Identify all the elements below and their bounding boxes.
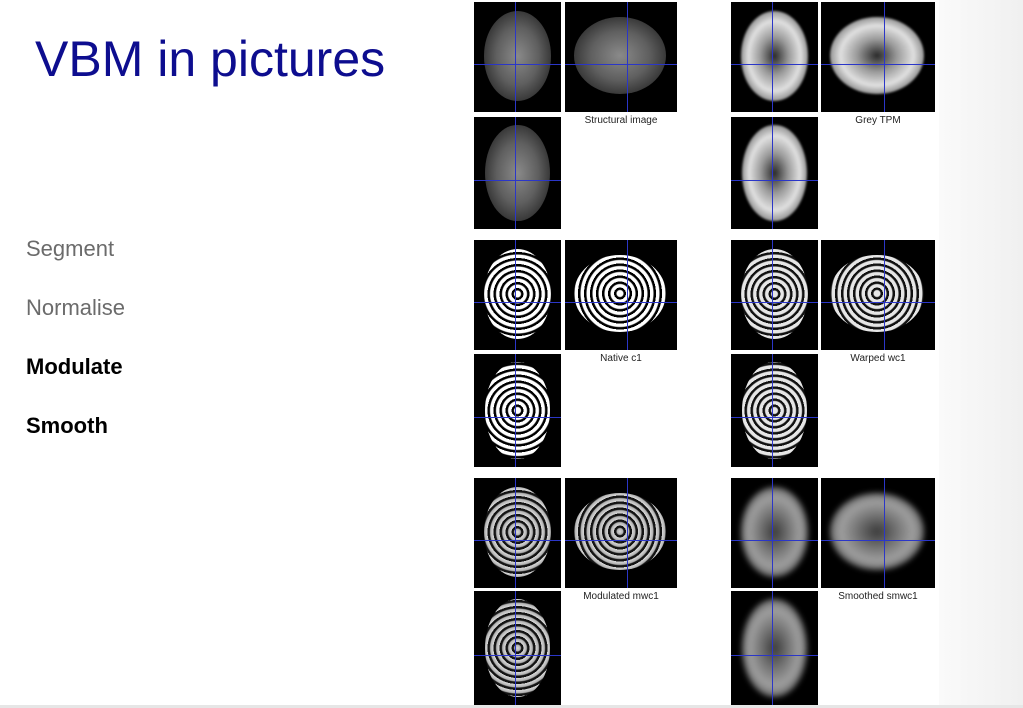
- crosshair-horizontal: [474, 417, 561, 418]
- crosshair-horizontal: [474, 540, 561, 541]
- step-segment: Segment: [26, 236, 115, 261]
- panel-caption: Warped wc1: [850, 353, 906, 364]
- crosshair-horizontal: [821, 302, 935, 303]
- crosshair-vertical: [772, 478, 773, 588]
- brain-slice: [483, 248, 552, 339]
- crosshair-horizontal: [821, 64, 935, 65]
- brain-sagittal-image: [565, 478, 677, 588]
- brain-axial-image: [474, 591, 561, 705]
- step-list: Segment Normalise Modulate Smooth: [26, 236, 125, 472]
- panel-caption: Structural image: [584, 115, 658, 126]
- brain-slice: [483, 10, 552, 101]
- brain-slice: [485, 124, 550, 222]
- step-modulate: Modulate: [26, 354, 123, 379]
- crosshair-horizontal: [731, 64, 818, 65]
- brain-coronal-image: [474, 240, 561, 350]
- brain-slice: [742, 361, 807, 460]
- brain-slice: [573, 255, 666, 333]
- crosshair-horizontal: [474, 302, 561, 303]
- brain-slice: [740, 248, 809, 339]
- crosshair-vertical: [515, 117, 516, 229]
- brain-slice: [742, 598, 807, 697]
- crosshair-vertical: [627, 2, 628, 112]
- brain-sagittal-image: [821, 240, 935, 350]
- crosshair-vertical: [515, 354, 516, 467]
- panel-caption: Modulated mwc1: [583, 591, 659, 602]
- brain-slice: [830, 493, 924, 571]
- crosshair-horizontal: [474, 64, 561, 65]
- brain-slice: [830, 17, 924, 95]
- crosshair-vertical: [772, 117, 773, 229]
- brain-slice: [742, 124, 807, 222]
- crosshair-horizontal: [821, 540, 935, 541]
- brain-slice: [485, 361, 550, 460]
- step-smooth: Smooth: [26, 413, 108, 438]
- brain-axial-image: [731, 354, 818, 467]
- crosshair-horizontal: [474, 180, 561, 181]
- brain-axial-image: [474, 117, 561, 229]
- crosshair-vertical: [627, 478, 628, 588]
- crosshair-horizontal: [731, 655, 818, 656]
- crosshair-vertical: [772, 354, 773, 467]
- panel-caption: Smoothed smwc1: [838, 591, 918, 602]
- crosshair-vertical: [772, 591, 773, 705]
- crosshair-horizontal: [474, 655, 561, 656]
- panel-caption: Native c1: [600, 353, 642, 364]
- brain-coronal-image: [731, 478, 818, 588]
- brain-slice: [485, 598, 550, 697]
- brain-slice: [483, 486, 552, 577]
- crosshair-vertical: [884, 2, 885, 112]
- crosshair-horizontal: [565, 302, 677, 303]
- brain-coronal-image: [474, 2, 561, 112]
- slide-title: VBM in pictures: [35, 31, 386, 87]
- slide-right-margin: [939, 0, 1023, 708]
- brain-coronal-image: [731, 240, 818, 350]
- crosshair-vertical: [515, 591, 516, 705]
- brain-slice: [740, 486, 809, 577]
- brain-sagittal-image: [565, 240, 677, 350]
- crosshair-vertical: [884, 240, 885, 350]
- brain-axial-image: [474, 354, 561, 467]
- brain-slice: [573, 17, 666, 95]
- brain-slice: [740, 10, 809, 101]
- crosshair-horizontal: [565, 64, 677, 65]
- crosshair-vertical: [772, 240, 773, 350]
- crosshair-horizontal: [731, 417, 818, 418]
- crosshair-horizontal: [731, 540, 818, 541]
- brain-sagittal-image: [821, 2, 935, 112]
- crosshair-horizontal: [731, 302, 818, 303]
- crosshair-vertical: [884, 478, 885, 588]
- panel-caption: Grey TPM: [855, 115, 901, 126]
- brain-sagittal-image: [821, 478, 935, 588]
- brain-axial-image: [731, 117, 818, 229]
- step-normalise: Normalise: [26, 295, 126, 320]
- brain-axial-image: [731, 591, 818, 705]
- crosshair-horizontal: [731, 180, 818, 181]
- brain-coronal-image: [474, 478, 561, 588]
- brain-coronal-image: [731, 2, 818, 112]
- brain-sagittal-image: [565, 2, 677, 112]
- crosshair-vertical: [515, 478, 516, 588]
- brain-slice: [573, 493, 666, 571]
- crosshair-vertical: [515, 240, 516, 350]
- crosshair-vertical: [515, 2, 516, 112]
- crosshair-vertical: [627, 240, 628, 350]
- brain-slice: [830, 255, 924, 333]
- crosshair-horizontal: [565, 540, 677, 541]
- crosshair-vertical: [772, 2, 773, 112]
